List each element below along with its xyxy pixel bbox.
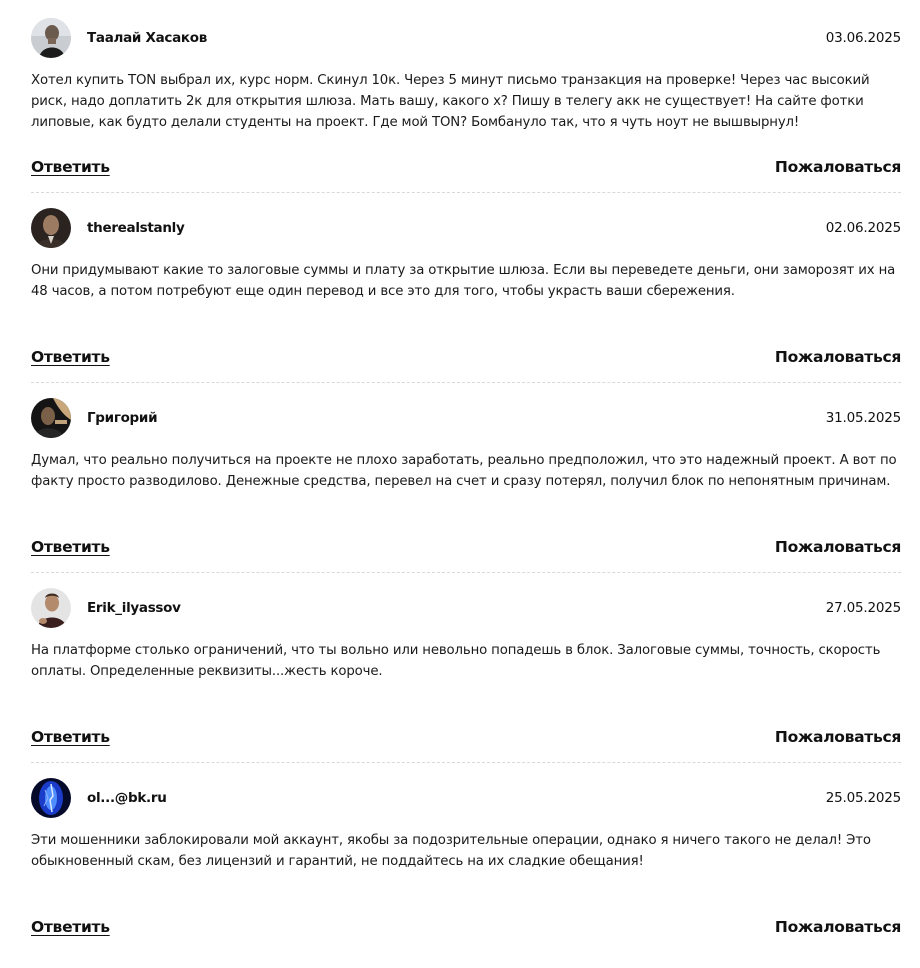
comment-date: 02.06.2025 — [825, 220, 901, 236]
comment-header: Григорий 31.05.2025 — [31, 398, 901, 438]
comment-actions: Ответить Пожаловаться — [31, 344, 901, 370]
avatar[interactable] — [31, 778, 71, 818]
comment-actions: Ответить Пожаловаться — [31, 914, 901, 940]
comment-item: Таалай Хасаков 03.06.2025 Хотел купить T… — [31, 18, 901, 208]
comment-date: 27.05.2025 — [825, 600, 901, 616]
reply-link[interactable]: Ответить — [31, 918, 110, 936]
comment-divider — [31, 762, 901, 763]
comment-divider — [31, 572, 901, 573]
comment-divider — [31, 382, 901, 383]
comment-item: Erik_ilyassov 27.05.2025 На платформе ст… — [31, 588, 901, 778]
comment-date: 25.05.2025 — [825, 790, 901, 806]
comment-text: Эти мошенники заблокировали мой аккаунт,… — [31, 833, 871, 869]
report-link[interactable]: Пожаловаться — [775, 918, 901, 936]
avatar[interactable] — [31, 398, 71, 438]
comment-author: Григорий — [87, 410, 158, 426]
comment-item: therealstanly 02.06.2025 Они придумывают… — [31, 208, 901, 398]
comment-header: Erik_ilyassov 27.05.2025 — [31, 588, 901, 628]
comment-text: Думал, что реально получиться на проекте… — [31, 453, 897, 489]
comment-item: ol...@bk.ru 25.05.2025 Эти мошенники заб… — [31, 778, 901, 968]
comment-item: Григорий 31.05.2025 Думал, что реально п… — [31, 398, 901, 588]
comment-actions: Ответить Пожаловаться — [31, 724, 901, 750]
comment-author: therealstanly — [87, 220, 185, 236]
comment-author: Erik_ilyassov — [87, 600, 181, 616]
comment-actions: Ответить Пожаловаться — [31, 534, 901, 560]
comment-text: Они придумывают какие то залоговые суммы… — [31, 263, 896, 299]
report-link[interactable]: Пожаловаться — [775, 728, 901, 746]
user-photo-icon — [31, 398, 71, 438]
report-link[interactable]: Пожаловаться — [775, 538, 901, 556]
comment-text: Хотел купить TON выбрал их, курс норм. С… — [31, 73, 870, 130]
reply-link[interactable]: Ответить — [31, 538, 110, 556]
comment-date: 03.06.2025 — [825, 30, 901, 46]
avatar[interactable] — [31, 588, 71, 628]
report-link[interactable]: Пожаловаться — [775, 158, 901, 176]
report-link[interactable]: Пожаловаться — [775, 348, 901, 366]
reply-link[interactable]: Ответить — [31, 348, 110, 366]
comment-author: Таалай Хасаков — [87, 30, 207, 46]
comment-author: ol...@bk.ru — [87, 790, 167, 806]
comment-text: На платформе столько ограничений, что ты… — [31, 643, 881, 679]
comment-header: ol...@bk.ru 25.05.2025 — [31, 778, 901, 818]
reply-link[interactable]: Ответить — [31, 158, 110, 176]
comments-list: Таалай Хасаков 03.06.2025 Хотел купить T… — [31, 0, 901, 968]
user-photo-icon — [31, 778, 71, 818]
comment-divider — [31, 192, 901, 193]
user-photo-icon — [31, 208, 71, 248]
comment-date: 31.05.2025 — [825, 410, 901, 426]
comment-header: Таалай Хасаков 03.06.2025 — [31, 18, 901, 58]
comment-header: therealstanly 02.06.2025 — [31, 208, 901, 248]
avatar[interactable] — [31, 18, 71, 58]
user-photo-icon — [31, 588, 71, 628]
reply-link[interactable]: Ответить — [31, 728, 110, 746]
avatar[interactable] — [31, 208, 71, 248]
comment-actions: Ответить Пожаловаться — [31, 154, 901, 180]
user-photo-icon — [31, 18, 71, 58]
